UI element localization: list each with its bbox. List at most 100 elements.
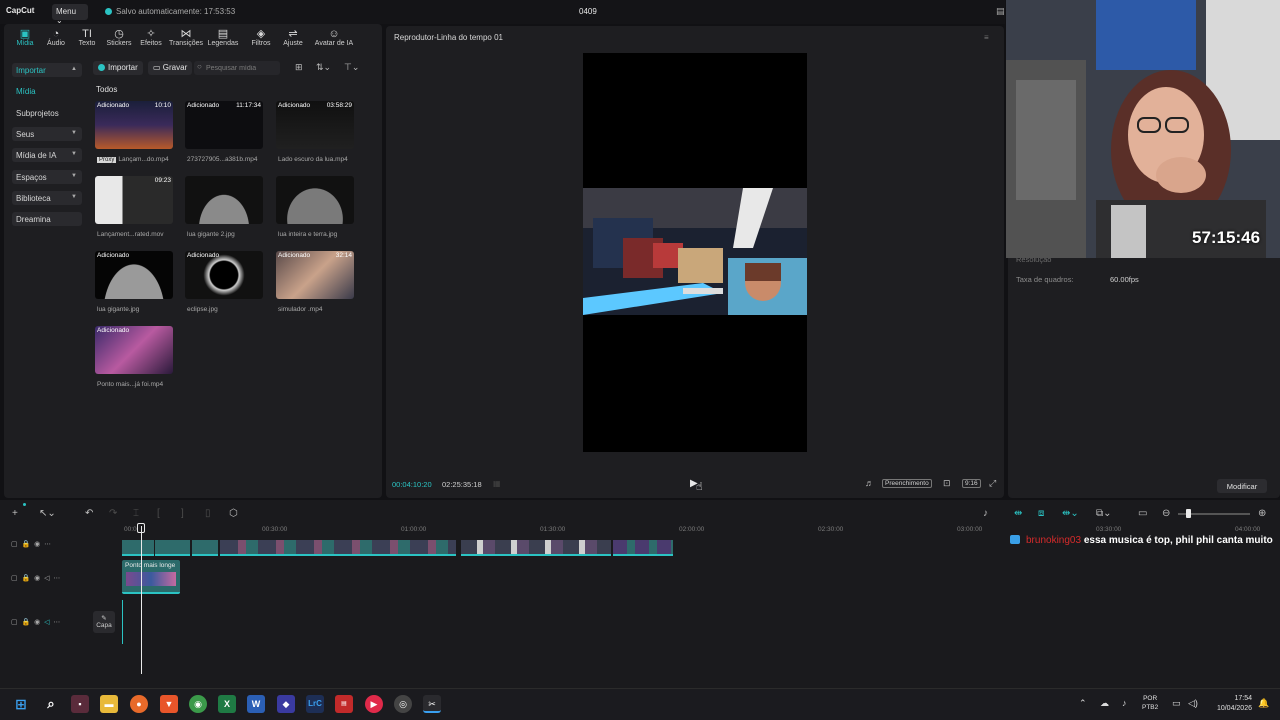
marker-icon[interactable]: ⬡ [229, 508, 238, 519]
monitor-icon[interactable]: ▭ [1172, 698, 1181, 709]
app-icon-1[interactable]: ▪ [71, 695, 89, 713]
volume-icon[interactable]: ◁) [1188, 698, 1198, 709]
preview-axis-icon[interactable]: ⧉⌄ [1096, 508, 1112, 519]
timeline-clip[interactable] [155, 540, 190, 556]
aspect-ratio-button[interactable]: 9:16 [962, 479, 981, 488]
media-thumbnail[interactable]: Adicionado 11:17:34 [185, 101, 263, 149]
sidebar-item-m-dia-de-ia[interactable]: Mídia de IA ▼ [12, 148, 82, 162]
windows-start-icon[interactable]: ⊞ [12, 695, 30, 713]
track-3-controls[interactable]: ▢ 🔒 ◉ ◁ ⋯ [11, 618, 60, 626]
media-thumbnail[interactable] [185, 176, 263, 224]
app-icon-4[interactable]: ◎ [394, 695, 412, 713]
sidebar-item-biblioteca[interactable]: Biblioteca ▼ [12, 191, 82, 205]
cover-button[interactable]: ✎ Capa [93, 611, 115, 633]
filter-icon[interactable]: ⊤⌄ [344, 62, 359, 73]
media-thumbnail[interactable]: Adicionado [95, 326, 173, 374]
record-button[interactable]: ▭ Gravar [148, 61, 193, 75]
tab-efeitos[interactable]: ✧ Efeitos [134, 28, 168, 52]
media-thumbnail[interactable]: Adicionado [185, 251, 263, 299]
sidebar-item-m-dia[interactable]: Mídia [12, 84, 82, 98]
tab-texto[interactable]: TI Texto [70, 28, 104, 52]
media-thumbnail[interactable]: 09:23 [95, 176, 173, 224]
input-language[interactable]: POR PTB2 [1142, 694, 1158, 712]
file-explorer-icon[interactable]: ▬ [100, 695, 118, 713]
track-1-controls[interactable]: ▢ 🔒 ◉ ⋯ [11, 540, 51, 548]
tab-stickers[interactable]: ◷ Stickers [102, 28, 136, 52]
cloud-icon[interactable]: ☁ [1100, 698, 1109, 709]
timeline-clip[interactable] [613, 540, 673, 556]
fill-mode-button[interactable]: Preenchimento [882, 479, 932, 488]
firefox-icon[interactable]: ● [130, 695, 148, 713]
media-thumbnail[interactable] [276, 176, 354, 224]
chrome-icon[interactable]: ◉ [189, 695, 207, 713]
capcut-taskbar-icon[interactable]: ✂ [423, 695, 441, 713]
tab-filtros[interactable]: ◈ Filtros [244, 28, 278, 52]
trim-right-icon[interactable]: ] [181, 508, 184, 519]
hamburger-icon[interactable]: ≡ [984, 33, 989, 42]
magnet-icon[interactable]: ⧈ [1038, 508, 1044, 519]
sidebar-item-subprojetos[interactable]: Subprojetos [12, 106, 82, 120]
excel-icon[interactable]: X [218, 695, 236, 713]
layout-icon[interactable]: ▤ [996, 6, 1005, 17]
app-icon-2[interactable]: ◆ [277, 695, 295, 713]
chevron-up-icon[interactable]: ⌃ [1079, 698, 1087, 709]
timeline-clip[interactable] [122, 540, 154, 556]
notification-bell-icon[interactable]: 🔔 [1258, 698, 1269, 709]
grid-view-icon[interactable]: ⊞ [295, 62, 303, 73]
zoom-in-icon[interactable]: ⊕ [1258, 508, 1266, 519]
trim-left-icon[interactable]: [ [157, 508, 160, 519]
search-icon[interactable]: ⌕ [42, 695, 60, 713]
split-icon[interactable]: ⌶ [133, 508, 139, 519]
delete-icon[interactable]: ▯ [205, 508, 211, 519]
sidebar-item-seus[interactable]: Seus ▼ [12, 127, 82, 141]
word-icon[interactable]: W [247, 695, 265, 713]
sidebar-item-espa-os[interactable]: Espaços ▼ [12, 170, 82, 184]
tab-m-dia[interactable]: ▣ Mídia [8, 28, 42, 52]
tab-avatar-de-ia[interactable]: ☺ Avatar de IA [311, 28, 357, 52]
overlay-clip[interactable]: Ponto mais longe [122, 560, 180, 594]
sidebar-item-importar[interactable]: Importar ▲ [12, 63, 82, 77]
fullscreen-icon[interactable]: ⤢ [989, 478, 996, 489]
select-tool-icon[interactable]: ↖⌄ [39, 508, 56, 519]
timeline-clip[interactable] [192, 540, 218, 556]
media-player-icon[interactable]: ▶ [365, 695, 383, 713]
search-input[interactable] [206, 63, 276, 73]
sort-icon[interactable]: ⇅⌄ [316, 62, 331, 73]
playhead[interactable] [141, 526, 142, 674]
lightroom-icon[interactable]: LrC [306, 695, 324, 713]
media-thumbnail[interactable]: Adicionado 32:14 [276, 251, 354, 299]
timecode-grid-icon[interactable]: ▦ [493, 479, 501, 488]
tab-transi-es[interactable]: ⋈ Transições [167, 28, 205, 52]
media-thumbnail[interactable]: Adicionado [95, 251, 173, 299]
track-2-controls[interactable]: ▢ 🔒 ◉ ◁ ⋯ [11, 574, 60, 582]
tab-ajuste[interactable]: ⇌ Ajuste [276, 28, 310, 52]
search-box[interactable]: ○ [194, 61, 280, 75]
crop-icon[interactable]: ⊡ [943, 478, 951, 489]
brave-icon[interactable]: ▼ [160, 695, 178, 713]
redo-icon[interactable]: ↷ [109, 508, 117, 519]
timeline-clip[interactable] [461, 540, 611, 556]
microphone-tray-icon[interactable]: ♪ [1122, 698, 1127, 708]
media-thumbnail[interactable]: Adicionado 10:10 [95, 101, 173, 149]
app-icon-3[interactable]: ▤ [335, 695, 353, 713]
caption-icon[interactable]: ▭ [1138, 508, 1147, 519]
media-thumbnail[interactable]: Adicionado 03:58:29 [276, 101, 354, 149]
modify-button[interactable]: Modificar [1217, 479, 1267, 493]
link-clips-icon[interactable]: ⇹⌄ [1062, 508, 1079, 519]
zoom-out-icon[interactable]: ⊖ [1162, 508, 1170, 519]
add-track-icon[interactable]: + [12, 508, 18, 519]
import-button[interactable]: Importar [93, 61, 143, 75]
microphone-icon[interactable]: ♪ [983, 508, 988, 519]
tab--udio[interactable]: ◔ Áudio [39, 28, 73, 52]
clock[interactable]: 17:54 10/04/2026 [1206, 694, 1252, 714]
project-name[interactable]: 0409 [579, 7, 597, 16]
menu-button[interactable]: Menu ⌄ [52, 4, 88, 25]
undo-icon[interactable]: ↶ [85, 508, 93, 519]
sidebar-item-dreamina[interactable]: Dreamina [12, 212, 82, 226]
audio-note-icon[interactable]: ♬ [865, 478, 874, 488]
link-main-icon[interactable]: ⇹ [1014, 508, 1022, 519]
zoom-slider-handle[interactable] [1186, 509, 1191, 518]
timeline-clip[interactable] [220, 540, 456, 556]
preview-video-frame[interactable] [583, 188, 807, 315]
tab-legendas[interactable]: ▤ Legendas [206, 28, 240, 52]
